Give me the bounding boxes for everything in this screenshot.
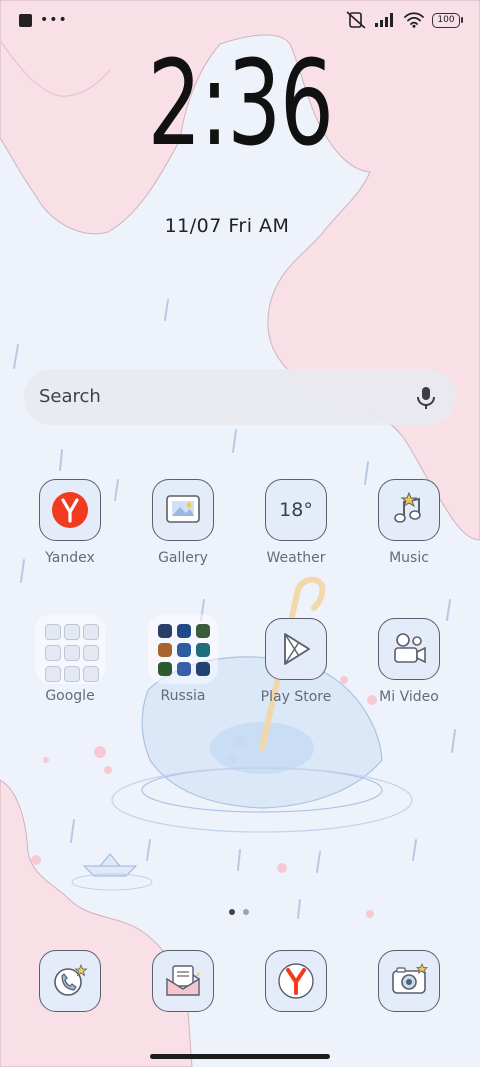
notification-square-icon: [19, 13, 32, 27]
mic-icon[interactable]: [414, 385, 438, 411]
messages-icon: [152, 950, 214, 1012]
app-weather[interactable]: 18° Weather: [246, 479, 346, 566]
search-bar[interactable]: Search: [24, 369, 456, 425]
app-mi-video[interactable]: Mi Video: [359, 618, 459, 705]
gallery-icon: [152, 479, 214, 541]
page-dot-active[interactable]: [229, 909, 235, 915]
weather-temperature: 18°: [279, 499, 313, 521]
page-indicator[interactable]: [229, 909, 249, 915]
app-label: Russia: [160, 688, 206, 704]
folder-google[interactable]: Google: [20, 614, 120, 704]
app-label: Weather: [266, 550, 326, 566]
mi-video-icon: [378, 618, 440, 680]
music-icon: [378, 479, 440, 541]
app-music[interactable]: Music: [359, 479, 459, 566]
app-label: Yandex: [45, 550, 95, 566]
dock-phone[interactable]: [20, 950, 120, 1012]
app-label: Play Store: [260, 689, 332, 705]
app-play-store[interactable]: Play Store: [246, 618, 346, 705]
wifi-icon: [404, 12, 424, 28]
app-label: Google: [45, 688, 95, 704]
yandex-icon: [39, 479, 101, 541]
page-dot[interactable]: [243, 909, 249, 915]
folder-icon: [148, 614, 218, 684]
app-label: Mi Video: [379, 689, 439, 705]
app-label: Gallery: [158, 550, 208, 566]
folder-russia[interactable]: Russia: [133, 614, 233, 704]
app-gallery[interactable]: Gallery: [133, 479, 233, 566]
app-label: Music: [389, 550, 429, 566]
lockscreen-date[interactable]: 11/07 Fri AM: [0, 215, 454, 237]
dock-yandex-browser[interactable]: [246, 950, 346, 1012]
app-yandex[interactable]: Yandex: [20, 479, 120, 566]
weather-icon: 18°: [265, 479, 327, 541]
yandex-browser-icon: [265, 950, 327, 1012]
search-placeholder: Search: [39, 386, 101, 407]
phone-icon: [39, 950, 101, 1012]
dock-messages[interactable]: [133, 950, 233, 1012]
more-dots-icon: •••: [40, 12, 68, 28]
lockscreen-clock[interactable]: 2:36: [67, 44, 413, 162]
dock-camera[interactable]: [359, 950, 459, 1012]
camera-icon: [378, 950, 440, 1012]
home-screen: ••• 100 2:36 11/07 Fri AM Search Yandex …: [0, 0, 480, 1067]
mute-vibrate-icon: [346, 11, 366, 29]
signal-icon: [375, 13, 393, 27]
gesture-nav-bar[interactable]: [150, 1054, 330, 1059]
battery-indicator: 100: [432, 12, 463, 28]
folder-icon: [35, 614, 105, 684]
play-store-icon: [265, 618, 327, 680]
